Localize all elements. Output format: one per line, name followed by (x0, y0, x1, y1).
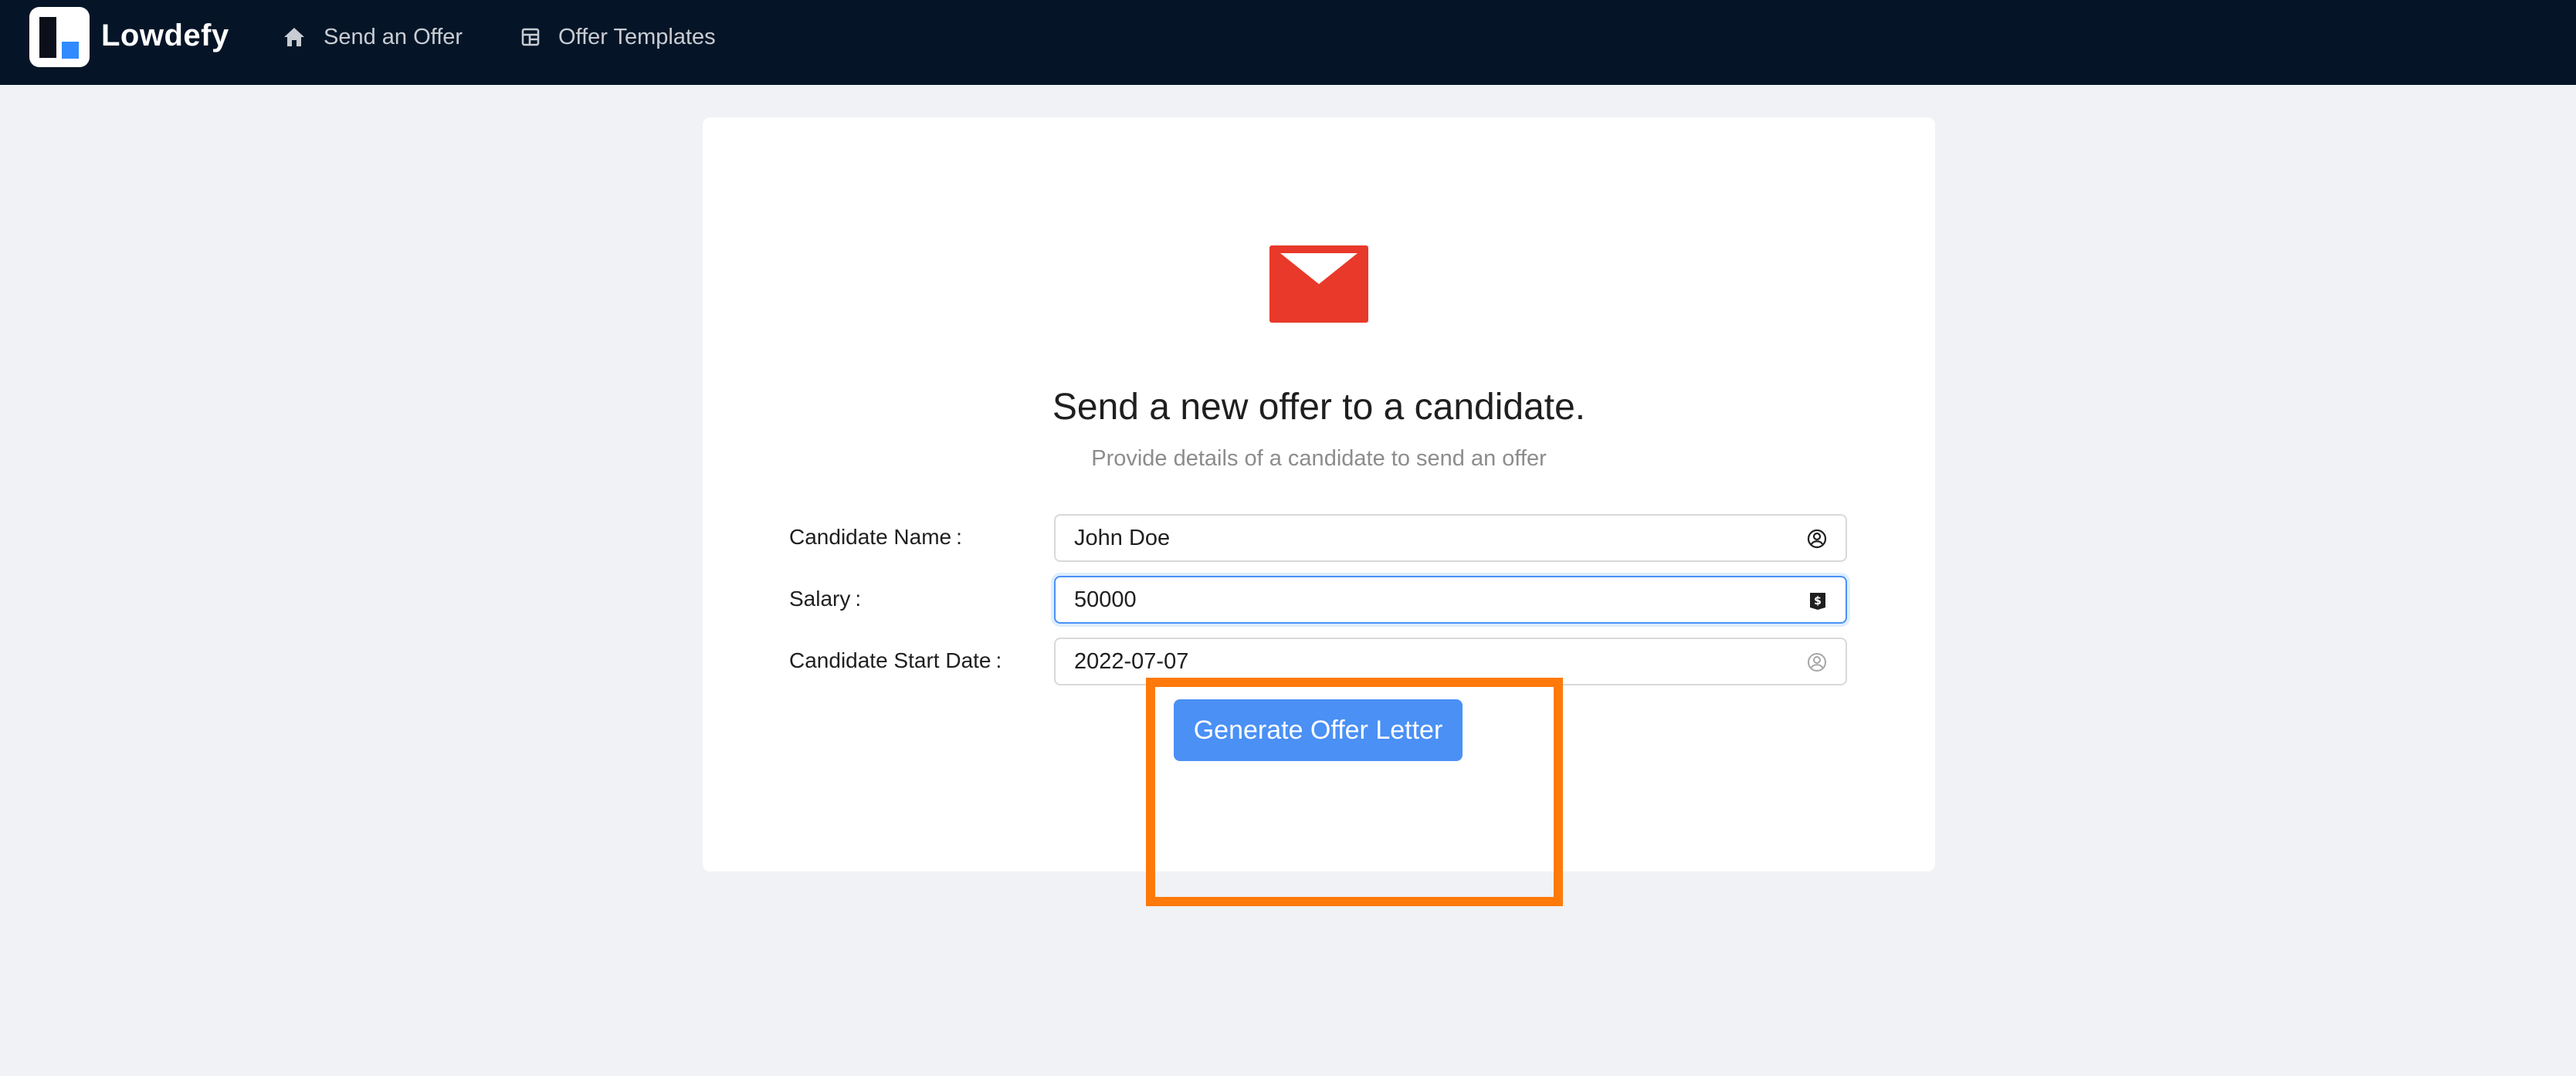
field-value: 2022-07-07 (1074, 648, 1189, 674)
brand-name[interactable]: Lowdefy (101, 19, 229, 53)
nav-item-label: Offer Templates (558, 24, 716, 49)
field-value: 50000 (1074, 587, 1137, 612)
field-value: John Doe (1074, 525, 1171, 550)
offer-card: Send a new offer to a candidate. Provide… (703, 117, 1935, 871)
field-label-text: Salary (789, 587, 851, 611)
salary-input[interactable]: 50000 $ (1054, 576, 1847, 624)
currency-icon: $ (1810, 593, 1825, 610)
salary-label: Salary: (789, 587, 862, 611)
lowdefy-logo-icon[interactable] (29, 7, 90, 67)
nav-item-offer-templates[interactable]: Offer Templates (521, 22, 716, 52)
candidate-start-date-input[interactable]: 2022-07-07 (1054, 638, 1847, 685)
page-title: Send a new offer to a candidate. (1052, 387, 1586, 428)
field-label-text: Candidate Name (789, 525, 952, 549)
generate-offer-letter-button[interactable]: Generate Offer Letter (1174, 699, 1463, 761)
candidate-name-input[interactable]: John Doe (1054, 514, 1847, 562)
nav-item-send-an-offer[interactable]: Send an Offer (283, 22, 463, 52)
page-subtitle: Provide details of a candidate to send a… (1091, 446, 1547, 471)
field-label-text: Candidate Start Date (789, 648, 991, 672)
svg-text:$: $ (1814, 595, 1822, 607)
nav-item-label: Send an Offer (324, 24, 463, 49)
candidate-start-date-label: Candidate Start Date: (789, 648, 1002, 672)
user-circle-icon (1808, 653, 1826, 672)
candidate-name-label: Candidate Name: (789, 525, 962, 549)
layout-icon (521, 28, 540, 46)
user-circle-icon (1807, 529, 1827, 549)
top-navigation-bar: Lowdefy Send an Offer Offer Templates (0, 0, 2576, 85)
home-icon (284, 28, 304, 46)
mail-icon (1269, 245, 1368, 323)
